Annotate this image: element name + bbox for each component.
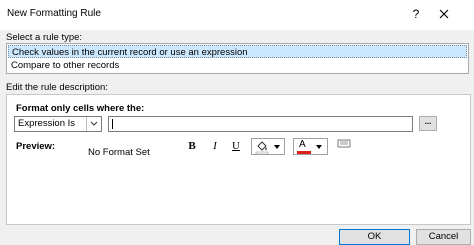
font-color-button[interactable]: A	[293, 138, 328, 155]
dialog-footer: OK Cancel	[0, 229, 474, 245]
expression-input[interactable]	[108, 116, 413, 132]
rule-type-item-compare[interactable]: Compare to other records	[8, 59, 467, 72]
font-color-icon: A	[299, 139, 306, 150]
ok-button[interactable]: OK	[339, 229, 410, 245]
rule-type-label: Select a rule type:	[6, 32, 83, 43]
bold-button[interactable]: B	[186, 140, 198, 152]
rule-description-label: Edit the rule description:	[6, 82, 108, 93]
close-icon[interactable]	[432, 3, 456, 25]
chevron-down-icon	[316, 145, 322, 149]
font-color-swatch	[297, 151, 311, 154]
preview-label: Preview:	[16, 141, 56, 152]
background-color-button[interactable]	[251, 138, 285, 155]
window-title: New Formatting Rule	[7, 8, 101, 19]
underline-button[interactable]: U	[230, 140, 242, 152]
cancel-button[interactable]: Cancel	[416, 229, 471, 245]
condition-dropdown[interactable]: Expression Is	[14, 116, 102, 132]
format-cells-label: Format only cells where the:	[16, 103, 145, 114]
expression-builder-button[interactable]: ...	[419, 116, 437, 131]
rule-type-item-expression[interactable]: Check values in the current record or us…	[8, 45, 467, 58]
fill-bucket-icon	[255, 140, 269, 157]
italic-button[interactable]: I	[209, 140, 221, 152]
text-caret	[112, 119, 113, 129]
condition-selected-value: Expression Is	[18, 118, 76, 129]
help-button[interactable]: ?	[404, 3, 428, 25]
rule-type-list[interactable]: Check values in the current record or us…	[6, 43, 469, 74]
preview-text: No Format Set	[88, 147, 150, 158]
chevron-down-icon	[274, 145, 280, 149]
title-bar: New Formatting Rule ?	[0, 0, 474, 30]
chevron-down-icon[interactable]	[86, 117, 101, 131]
clear-format-icon[interactable]	[337, 139, 351, 152]
